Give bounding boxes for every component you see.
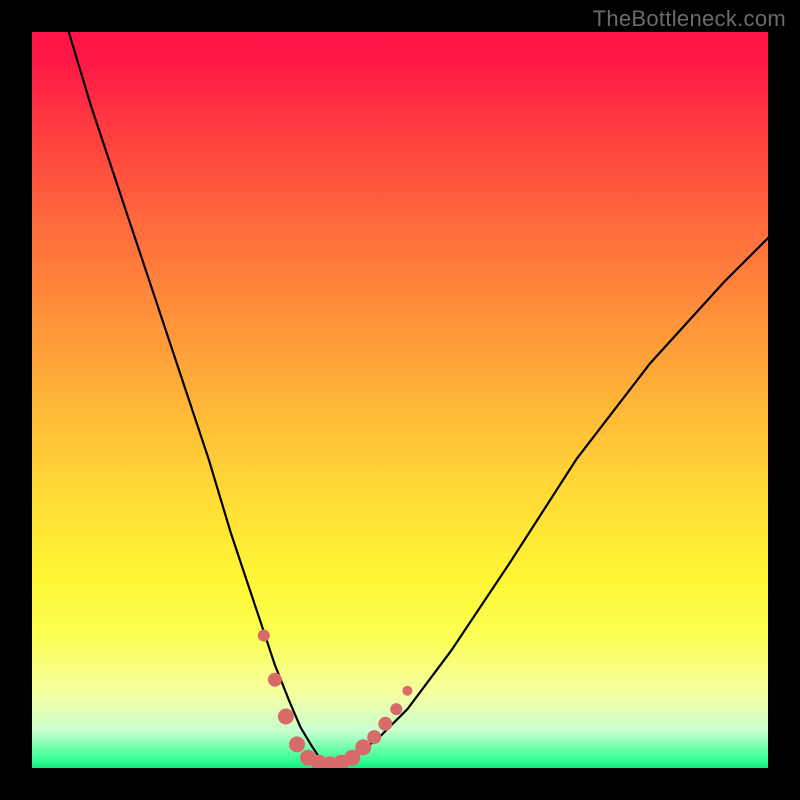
watermark-text: TheBottleneck.com <box>593 6 786 32</box>
curve-marker <box>367 730 381 744</box>
bottleneck-curve <box>69 32 768 764</box>
curve-marker <box>402 686 412 696</box>
curve-marker <box>355 739 371 755</box>
curve-markers <box>258 630 413 769</box>
curve-marker <box>289 736 305 752</box>
curve-marker <box>278 709 294 725</box>
plot-area <box>32 32 768 768</box>
curve-marker <box>378 717 392 731</box>
curve-marker <box>390 703 402 715</box>
chart-frame: TheBottleneck.com <box>0 0 800 800</box>
curve-marker <box>268 673 282 687</box>
chart-svg <box>32 32 768 768</box>
curve-marker <box>258 630 270 642</box>
